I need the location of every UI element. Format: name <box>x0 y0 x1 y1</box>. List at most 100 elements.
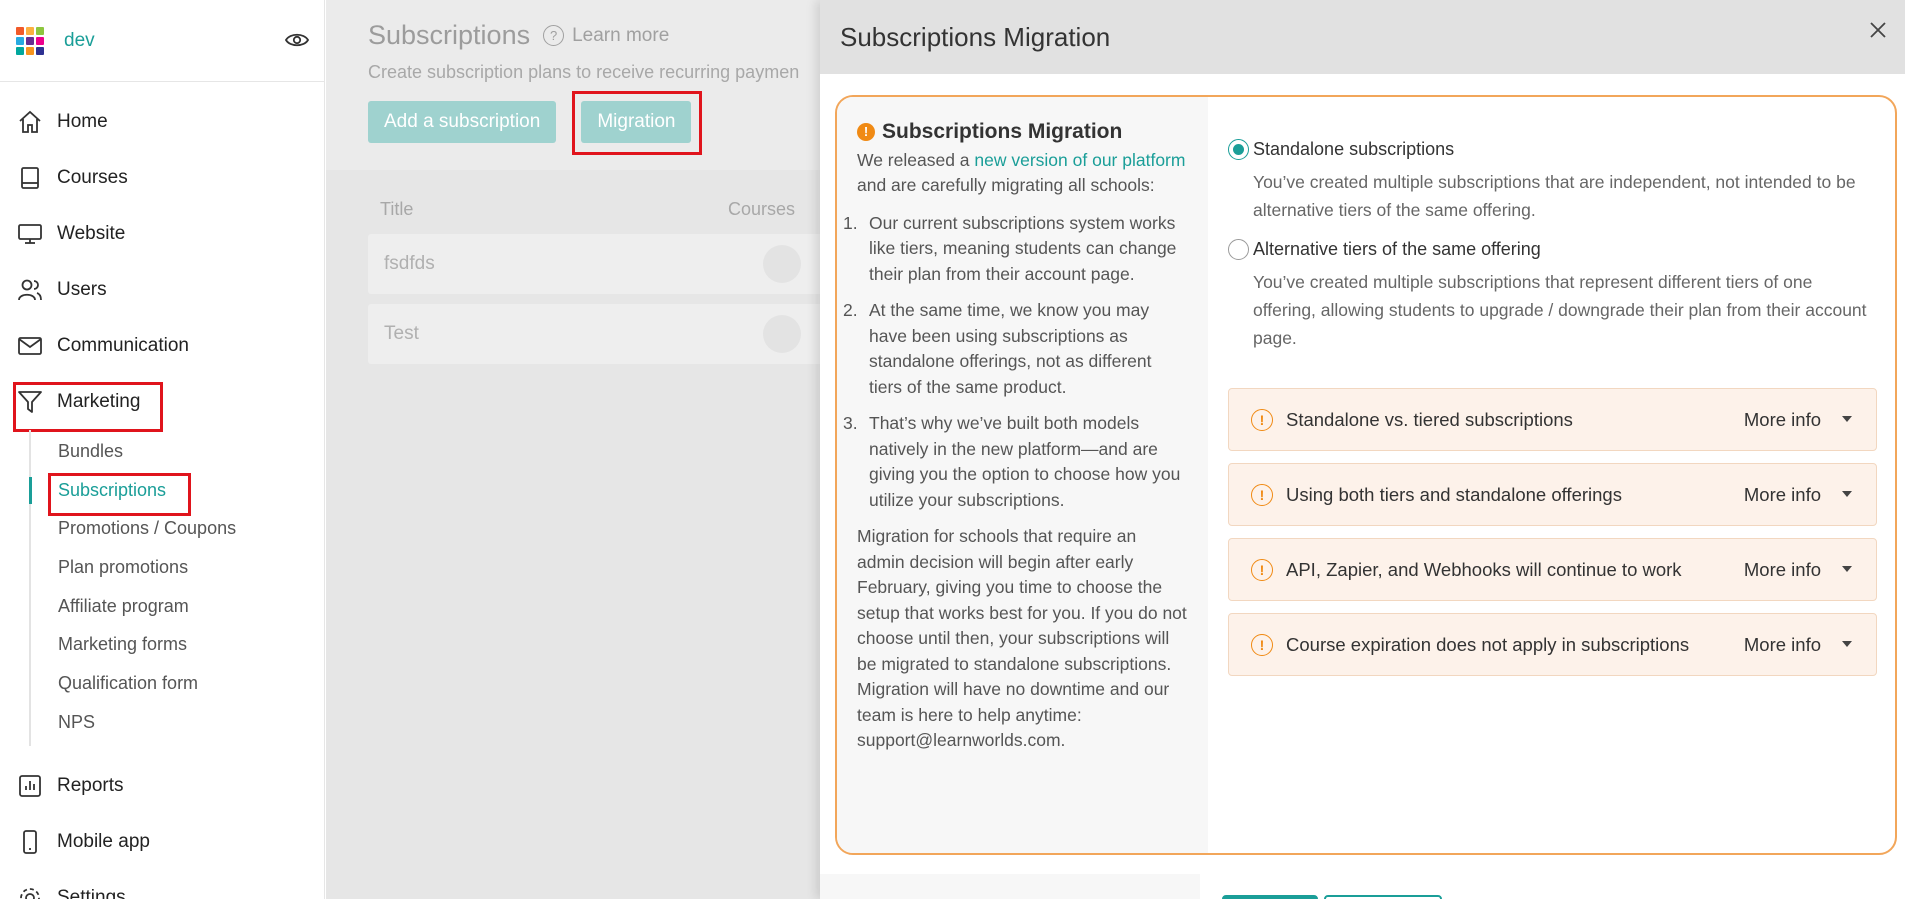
modal-footer <box>820 874 1905 899</box>
new-version-link[interactable]: new version of our platform <box>974 150 1185 170</box>
nav-users[interactable]: Users <box>0 262 324 318</box>
migration-options: Standalone subscriptions You’ve created … <box>1208 97 1895 853</box>
list-item-text: Our current subscriptions system works l… <box>869 212 1177 284</box>
intro-text: We released a <box>857 149 975 170</box>
list-item: 3. That’s why we’ve built both models nat… <box>843 411 1188 513</box>
accordion-label: Course expiration does not apply in subs… <box>1286 633 1690 655</box>
list-item-text: At the same time, we know you may have b… <box>869 300 1152 397</box>
chevron-down-icon[interactable] <box>1842 416 1852 422</box>
marketing-subnav: Bundles Subscriptions Promotions / Coupo… <box>29 430 324 746</box>
alert-icon: ! <box>1251 558 1273 581</box>
nav-label: Home <box>57 111 108 132</box>
warning-icon: ! <box>857 122 875 141</box>
option-standalone[interactable]: Standalone subscriptions <box>1228 139 1877 160</box>
option-tiers[interactable]: Alternative tiers of the same offering <box>1228 239 1877 260</box>
chart-icon <box>16 772 44 800</box>
nav-home[interactable]: Home <box>0 94 324 150</box>
option-description: You’ve created multiple subscriptions th… <box>1253 172 1856 220</box>
option-label: Standalone subscriptions <box>1253 139 1455 159</box>
accordion-label: API, Zapier, and Webhooks will continue … <box>1286 558 1682 580</box>
info-closing: Migration for schools that require an ad… <box>857 526 1187 750</box>
nav-website[interactable]: Website <box>0 206 324 262</box>
modal-header: Subscriptions Migration <box>820 0 1905 74</box>
more-info-toggle[interactable]: More info <box>1744 484 1821 506</box>
info-accordions: ! Standalone vs. tiered subscriptions Mo… <box>1228 388 1877 676</box>
nav-label: Courses <box>57 167 128 188</box>
modal-title: Subscriptions Migration <box>840 21 1111 52</box>
accordion-standalone-vs-tiered[interactable]: ! Standalone vs. tiered subscriptions Mo… <box>1228 388 1877 451</box>
nav-label: Website <box>57 223 126 244</box>
accordion-course-expiration[interactable]: ! Course expiration does not apply in su… <box>1228 613 1877 676</box>
primary-footer-button[interactable] <box>1222 895 1318 899</box>
subnav-affiliate-program[interactable]: Affiliate program <box>31 587 324 626</box>
chevron-down-icon[interactable] <box>1842 491 1852 497</box>
sidebar: dev Home Courses Website Users Communica… <box>0 0 325 899</box>
column-courses[interactable]: Courses <box>728 199 795 220</box>
subnav-promotions-coupons[interactable]: Promotions / Coupons <box>31 509 324 548</box>
footer-left <box>820 874 1200 899</box>
close-icon[interactable] <box>1865 17 1891 43</box>
list-item-text: That’s why we’ve built both models nativ… <box>869 413 1181 510</box>
nav-marketing[interactable]: Marketing <box>0 374 324 432</box>
migration-modal: Subscriptions Migration ! Subscriptions … <box>820 0 1905 899</box>
info-heading: ! Subscriptions Migration <box>857 119 1188 145</box>
nav-label: Mobile app <box>57 830 150 852</box>
add-subscription-button[interactable]: Add a subscription <box>368 101 557 143</box>
gear-icon <box>16 884 44 899</box>
subnav-subscriptions[interactable]: Subscriptions <box>29 471 324 516</box>
funnel-icon <box>16 388 44 416</box>
more-info-toggle[interactable]: More info <box>1744 634 1821 656</box>
nav-label: Settings <box>57 886 126 899</box>
course-avatar <box>763 245 801 283</box>
accordion-label: Standalone vs. tiered subscriptions <box>1286 408 1573 430</box>
info-intro: We released a new version of our platfor… <box>857 148 1188 199</box>
nav-reports[interactable]: Reports <box>0 758 324 814</box>
accordion-label: Using both tiers and standalone offering… <box>1286 483 1622 505</box>
nav-label: Users <box>57 279 107 300</box>
accordion-api-zapier-webhooks[interactable]: ! API, Zapier, and Webhooks will continu… <box>1228 538 1877 601</box>
home-icon <box>16 108 44 136</box>
more-info-toggle[interactable]: More info <box>1744 409 1821 431</box>
nav-communication[interactable]: Communication <box>0 318 324 374</box>
school-logo[interactable] <box>16 26 44 55</box>
users-icon <box>16 276 44 304</box>
row-title: fsdfds <box>384 253 435 274</box>
subnav-plan-promotions[interactable]: Plan promotions <box>31 548 324 587</box>
eye-icon[interactable] <box>284 27 310 53</box>
brand-header: dev <box>0 0 324 82</box>
chevron-down-icon[interactable] <box>1842 566 1852 572</box>
chevron-down-icon[interactable] <box>1842 641 1852 647</box>
nav-settings[interactable]: Settings <box>0 870 324 899</box>
subnav-marketing-forms[interactable]: Marketing forms <box>31 625 324 664</box>
subnav-qualification-form[interactable]: Qualification form <box>31 664 324 703</box>
nav-mobile-app[interactable]: Mobile app <box>0 814 324 870</box>
radio-selected[interactable] <box>1228 139 1249 160</box>
subnav-bundles[interactable]: Bundles <box>31 432 324 471</box>
option-label: Alternative tiers of the same offering <box>1253 239 1541 259</box>
option-description: You’ve created multiple subscriptions th… <box>1253 272 1867 348</box>
migration-info: ! Subscriptions Migration We released a … <box>837 97 1208 853</box>
column-title[interactable]: Title <box>368 199 728 220</box>
secondary-footer-button[interactable] <box>1324 895 1442 899</box>
radio-unselected[interactable] <box>1228 239 1249 260</box>
subnav-nps[interactable]: NPS <box>31 703 324 742</box>
accordion-both-tiers-standalone[interactable]: ! Using both tiers and standalone offeri… <box>1228 463 1877 526</box>
list-item: 2. At the same time, we know you may have… <box>843 298 1188 400</box>
learn-more-link[interactable]: Learn more <box>572 25 669 47</box>
alert-icon: ! <box>1251 633 1273 656</box>
course-avatar <box>763 315 801 353</box>
migration-button[interactable]: Migration <box>581 101 692 143</box>
main-nav: Home Courses Website Users Communication <box>0 82 324 899</box>
help-icon[interactable]: ? <box>543 25 565 46</box>
mail-icon <box>16 332 44 360</box>
list-item: 1. Our current subscriptions system works… <box>843 211 1188 288</box>
nav-courses[interactable]: Courses <box>0 150 324 206</box>
phone-icon <box>16 828 44 856</box>
more-info-toggle[interactable]: More info <box>1744 559 1821 581</box>
info-heading-text: Subscriptions Migration <box>882 120 1123 143</box>
migration-card: ! Subscriptions Migration We released a … <box>835 95 1897 855</box>
info-list: 1. Our current subscriptions system works… <box>843 211 1188 514</box>
nav-label: Reports <box>57 774 124 796</box>
school-name[interactable]: dev <box>64 30 95 52</box>
page-title: Subscriptions <box>368 20 531 50</box>
